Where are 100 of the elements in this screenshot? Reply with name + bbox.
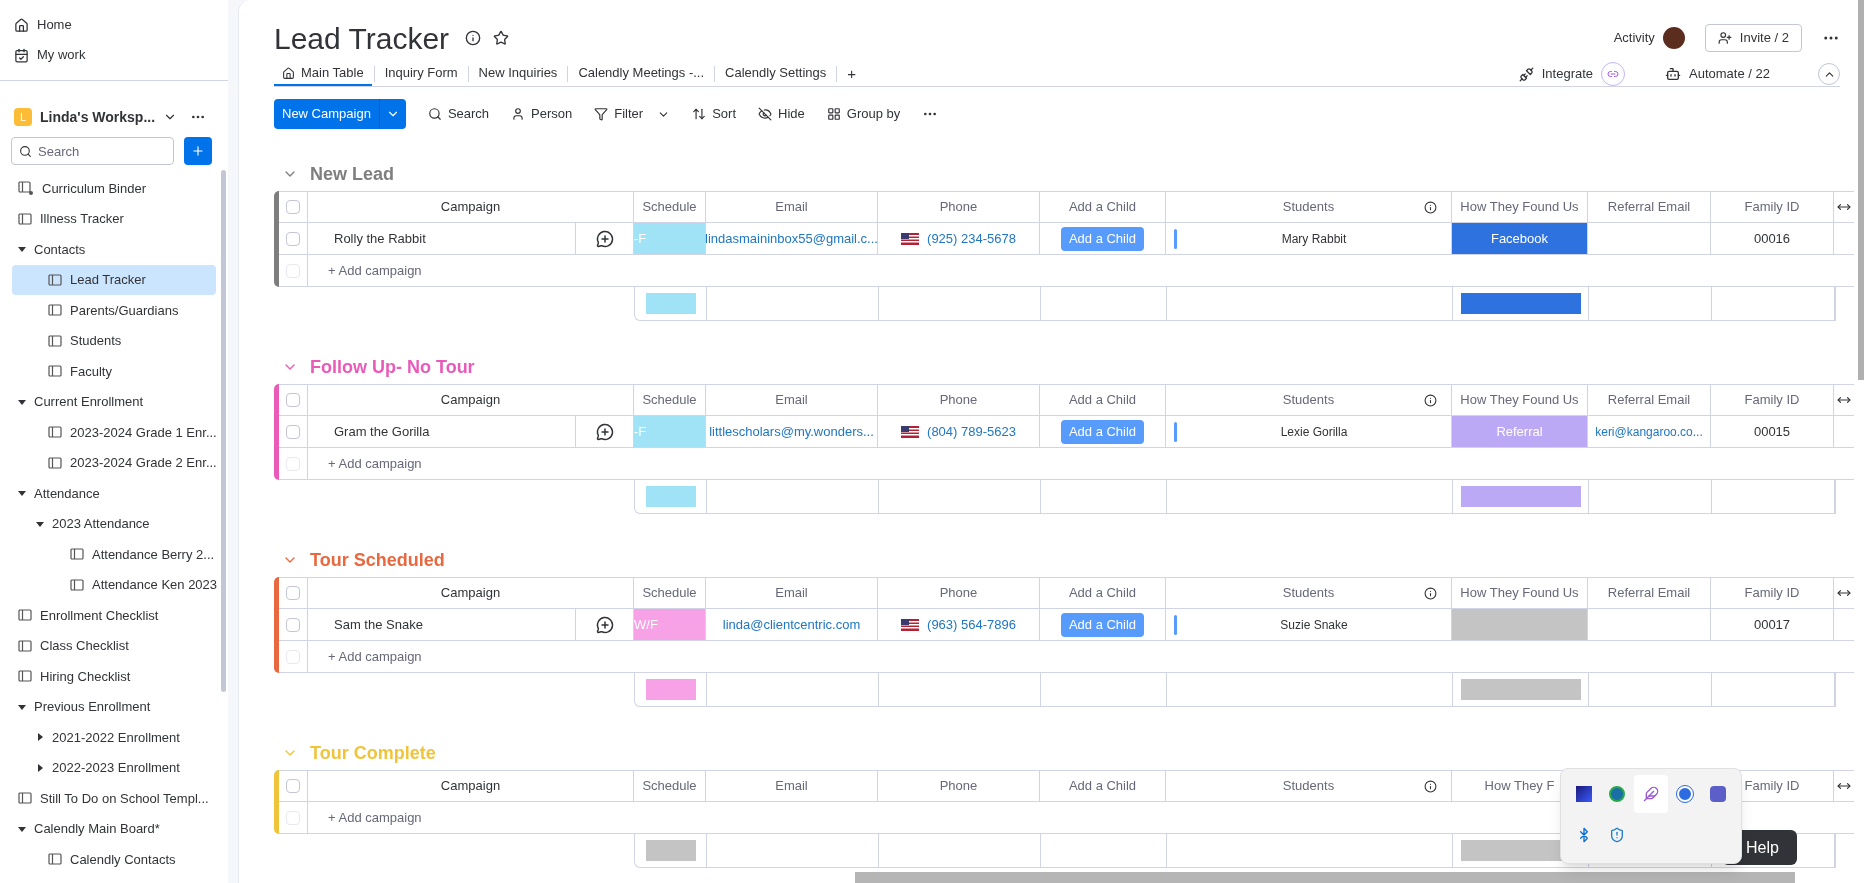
tab[interactable]: Inquiry Form (376, 62, 466, 86)
folder-item[interactable]: 2023 Attendance (4, 508, 216, 539)
column-header: Add a Child (1068, 777, 1137, 796)
folder-item[interactable]: 2022-2023 Enrollment (4, 752, 216, 783)
toolbar-button[interactable]: Sort (692, 104, 736, 124)
column-header: Schedule (642, 777, 697, 796)
activity-link[interactable]: Activity (1613, 28, 1655, 48)
column-header: Schedule (642, 584, 697, 603)
invite-button[interactable]: Invite / 2 (1704, 24, 1802, 52)
family-id-cell: 00016 (1711, 223, 1834, 254)
column-header: Email (775, 391, 808, 410)
campaign-cell: Sam the Snake (308, 609, 576, 640)
family-id-cell: 00017 (1711, 609, 1834, 640)
toolbar-button[interactable]: Group by (826, 104, 901, 124)
new-campaign-button[interactable]: New Campaign (274, 99, 406, 129)
column-header: Add a Child (1068, 391, 1137, 410)
column-header: Referral Email (1607, 584, 1691, 603)
phone-link[interactable]: (963) 564-7896 (927, 614, 1016, 635)
column-header: Students (1282, 391, 1335, 410)
folder-item[interactable]: Calendly Main Board* (4, 813, 216, 844)
board-item[interactable]: 2023-2024 Grade 1 Enr... (12, 417, 216, 448)
email-cell: lindasmaininbox55@gmail.c... (706, 223, 878, 254)
add-campaign-field[interactable]: + Add campaign (308, 802, 1408, 833)
referral-email-link[interactable]: keri@kangaroo.co... (1595, 422, 1703, 441)
toolbar-button[interactable]: Person (511, 104, 573, 124)
integrate-button[interactable]: Integrate (1541, 64, 1594, 84)
column-header: Phone (939, 584, 978, 603)
add-campaign-field[interactable]: + Add campaign (308, 641, 1408, 672)
board-title[interactable]: Lead Tracker (274, 15, 450, 61)
board-item[interactable]: Lead Tracker (12, 264, 216, 295)
automate-button[interactable]: Automate / 22 (1689, 64, 1770, 84)
column-header: How They Found Us (1460, 391, 1579, 410)
column-header: How They Found Us (1460, 584, 1579, 603)
toolbar-button[interactable]: Filter (594, 104, 671, 124)
tab[interactable]: Main Table (274, 62, 372, 86)
board-item[interactable]: Attendance Berry 2... (16, 539, 216, 570)
column-header: Add a Child (1068, 198, 1137, 217)
column-header: Phone (939, 777, 978, 796)
folder-item[interactable]: Attendance (4, 478, 216, 509)
board-item[interactable]: Calendly Contacts (12, 844, 216, 875)
column-header: Phone (939, 391, 978, 410)
family-id-cell: 00015 (1711, 416, 1834, 447)
column-header: Students (1282, 584, 1335, 603)
tab[interactable]: Calendly Meetings -... (570, 62, 713, 86)
add-tab-button[interactable]: + (839, 62, 865, 86)
board-item[interactable]: Students (12, 325, 216, 356)
column-header: Family ID (1744, 198, 1800, 217)
nav-item[interactable]: Home (0, 10, 228, 40)
folder-item[interactable]: 2021-2022 Enrollment (4, 722, 216, 753)
workspace-name[interactable]: Linda's Worksp... (40, 106, 156, 128)
search-field[interactable]: Search (11, 137, 174, 165)
column-header: Email (775, 198, 808, 217)
column-header: Schedule (642, 391, 697, 410)
tab[interactable]: New Inquiries (470, 62, 566, 86)
column-header: Campaign (440, 777, 501, 796)
column-header: Family ID (1744, 584, 1800, 603)
board-item[interactable]: Faculty (12, 356, 216, 387)
column-header: Schedule (642, 198, 697, 217)
board-item[interactable]: Illness Tracker (4, 203, 216, 234)
students-cell-text: Mary Rabbit (1280, 230, 1348, 248)
campaign-cell: Gram the Gorilla (308, 416, 576, 447)
board-item[interactable]: Still To Do on School Templ... (4, 783, 216, 814)
board-item[interactable]: Hiring Checklist (4, 661, 216, 692)
column-header: Email (775, 584, 808, 603)
phone-link[interactable]: (804) 789-5623 (927, 421, 1016, 442)
toolbar-button[interactable]: Search (427, 104, 490, 124)
column-header: Campaign (440, 198, 501, 217)
board-item[interactable]: Attendance Ken 2023 (16, 569, 216, 600)
column-header: Referral Email (1607, 198, 1691, 217)
board-item[interactable]: 2023-2024 Grade 2 Enr... (12, 447, 216, 478)
column-header: Students (1282, 198, 1335, 217)
column-header: Family ID (1744, 391, 1800, 410)
board-item[interactable]: Parents/Guardians (12, 295, 216, 326)
board-item[interactable]: Enrollment Checklist (4, 600, 216, 631)
board-item[interactable]: Class Checklist (4, 630, 216, 661)
column-header: Campaign (440, 584, 501, 603)
toolbar-button[interactable]: Hide (758, 104, 805, 124)
workspace-avatar: L (14, 108, 32, 126)
add-campaign-field[interactable]: + Add campaign (308, 255, 1408, 286)
column-header: Family ID (1744, 777, 1800, 796)
email-cell: linda@clientcentric.com (706, 609, 878, 640)
column-header: How They F (1484, 777, 1555, 796)
column-header: Campaign (440, 391, 501, 410)
column-header: How They Found Us (1460, 198, 1579, 217)
tab[interactable]: Calendly Settings (717, 62, 835, 86)
column-header: Phone (939, 198, 978, 217)
group-title[interactable]: New Lead (310, 160, 395, 188)
folder-item[interactable]: Current Enrollment (4, 386, 216, 417)
students-cell-text: Suzie Snake (1279, 616, 1349, 634)
campaign-cell: Rolly the Rabbit (308, 223, 576, 254)
folder-item[interactable]: Contacts (4, 234, 216, 265)
status-cell[interactable]: Facebook (1452, 223, 1588, 254)
nav-item[interactable]: My work (0, 40, 228, 70)
board-item[interactable]: Curriculum Binder (4, 173, 216, 204)
column-header: Referral Email (1607, 391, 1691, 410)
folder-item[interactable]: Previous Enrollment (4, 691, 216, 722)
students-cell-text: Lexie Gorilla (1279, 423, 1349, 441)
phone-link[interactable]: (925) 234-5678 (927, 228, 1016, 249)
add-campaign-field[interactable]: + Add campaign (308, 448, 1408, 479)
column-header: Email (775, 777, 808, 796)
